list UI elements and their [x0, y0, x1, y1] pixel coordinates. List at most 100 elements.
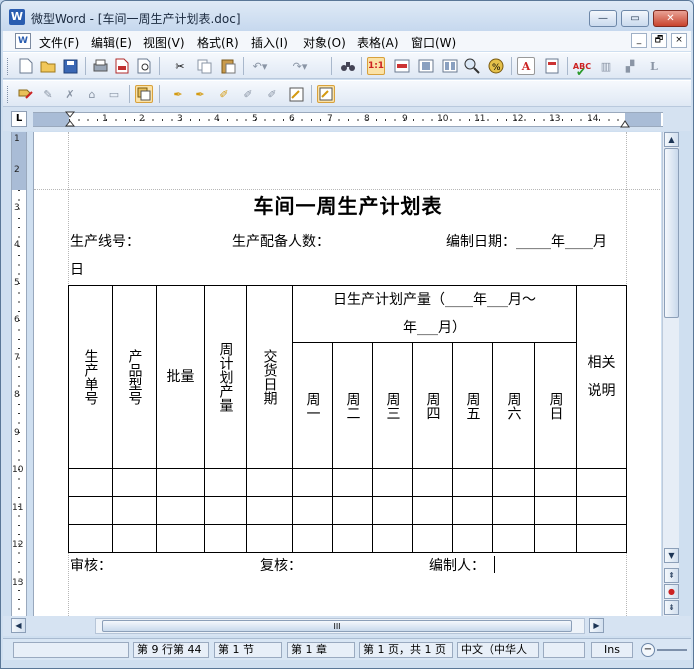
print-icon[interactable]: [91, 57, 109, 75]
draw-icon[interactable]: [17, 85, 35, 103]
vertical-scrollbar[interactable]: ▲ ▼ ⇞ ● ⇟: [662, 132, 679, 616]
status-insert-mode[interactable]: Ins: [591, 642, 633, 658]
select-browse-object-button[interactable]: ●: [664, 584, 679, 599]
header-remarks[interactable]: 相关说明: [576, 285, 627, 469]
zoom-icon[interactable]: [463, 57, 481, 75]
zoom-percent-icon[interactable]: %: [487, 57, 505, 75]
page-setup-icon[interactable]: [543, 57, 561, 75]
right-indent-marker-icon[interactable]: [620, 120, 630, 128]
shadow-icon[interactable]: ▞: [621, 57, 639, 75]
next-page-button[interactable]: ⇟: [664, 600, 679, 615]
table-cell[interactable]: [112, 496, 157, 525]
close-button[interactable]: ✕: [653, 10, 688, 27]
table-cell[interactable]: [576, 496, 627, 525]
header-delivery[interactable]: 交货日期: [246, 285, 293, 469]
markup-icon[interactable]: [317, 85, 335, 103]
table-cell[interactable]: [292, 468, 333, 497]
single-page-icon[interactable]: [417, 57, 435, 75]
vertical-scroll-thumb[interactable]: [664, 148, 679, 318]
table-cell[interactable]: [492, 468, 535, 497]
header-day-fri[interactable]: 周五: [452, 342, 493, 469]
menu-format[interactable]: 格式(R): [197, 34, 239, 51]
line-spacing-icon[interactable]: L: [645, 57, 663, 75]
toolbar-grip[interactable]: [7, 86, 10, 103]
horizontal-scroll-thumb[interactable]: III: [102, 620, 572, 632]
table-cell[interactable]: [452, 496, 493, 525]
print-preview-icon[interactable]: [135, 57, 153, 75]
menu-insert[interactable]: 插入(I): [251, 34, 288, 51]
edit-draw-icon[interactable]: ✎: [39, 85, 57, 103]
table-cell[interactable]: [452, 524, 493, 553]
table-cell[interactable]: [372, 524, 413, 553]
pdf-export-icon[interactable]: [113, 57, 131, 75]
horizontal-ruler[interactable]: 1 2 3 4 5 6 7 8 9 10 11 12 13 14: [33, 111, 663, 128]
note-icon[interactable]: [287, 85, 305, 103]
page-icon[interactable]: ▭: [105, 85, 123, 103]
table-cell[interactable]: [332, 496, 373, 525]
table-cell[interactable]: [156, 496, 205, 525]
table-cell[interactable]: [372, 468, 413, 497]
menu-view[interactable]: 视图(V): [143, 34, 185, 51]
menu-object[interactable]: 对象(O): [303, 34, 346, 51]
spell-check-icon[interactable]: ABC ✔: [573, 57, 591, 80]
page-width-icon[interactable]: [393, 57, 411, 75]
table-cell[interactable]: [246, 524, 293, 553]
open-folder-icon[interactable]: [39, 57, 57, 75]
two-pages-icon[interactable]: [441, 57, 459, 75]
menu-table[interactable]: 表格(A): [357, 34, 399, 51]
header-day-sun[interactable]: 周日: [534, 342, 577, 469]
table-cell[interactable]: [68, 468, 113, 497]
x-form-icon[interactable]: ✗: [61, 85, 79, 103]
table-cell[interactable]: [246, 468, 293, 497]
table-cell[interactable]: [332, 524, 373, 553]
doc-restore-button[interactable]: 🗗: [651, 33, 667, 48]
table-cell[interactable]: [204, 524, 247, 553]
pen-icon[interactable]: ✒: [169, 85, 187, 103]
table-cell[interactable]: [292, 496, 333, 525]
zoom-slider[interactable]: [657, 649, 687, 651]
toolbar-grip[interactable]: [7, 58, 10, 75]
menu-edit[interactable]: 编辑(E): [91, 34, 132, 51]
save-icon[interactable]: [61, 57, 79, 75]
table-cell[interactable]: [534, 496, 577, 525]
redo-icon[interactable]: ↷▾: [291, 57, 309, 75]
prev-page-button[interactable]: ⇞: [664, 568, 679, 583]
copy-icon[interactable]: [195, 57, 213, 75]
horizontal-scrollbar[interactable]: III: [95, 618, 585, 634]
zoom-out-icon[interactable]: −: [641, 643, 655, 657]
insert-shape-icon[interactable]: ⌂: [83, 85, 101, 103]
minimize-button[interactable]: —: [589, 10, 617, 27]
table-cell[interactable]: [452, 468, 493, 497]
doc-minimize-button[interactable]: _: [631, 33, 647, 48]
restore-button[interactable]: ▭: [621, 10, 649, 27]
tab-stop-selector[interactable]: L: [11, 111, 27, 127]
table-cell[interactable]: [68, 496, 113, 525]
header-day-mon[interactable]: 周一: [292, 342, 333, 469]
table-cell[interactable]: [156, 468, 205, 497]
header-daily-plan[interactable]: 日生产计划产量（____年___月～ 年___月）: [292, 285, 577, 343]
paste-icon[interactable]: [219, 57, 237, 75]
scroll-up-button[interactable]: ▲: [664, 132, 679, 147]
table-cell[interactable]: [534, 468, 577, 497]
object-icon[interactable]: [135, 85, 153, 103]
table-cell[interactable]: [204, 468, 247, 497]
table-cell[interactable]: [112, 468, 157, 497]
doc-close-button[interactable]: ×: [671, 33, 687, 48]
scroll-down-button[interactable]: ▼: [664, 548, 679, 563]
table-cell[interactable]: [412, 524, 453, 553]
menu-file[interactable]: 文件(F): [39, 34, 79, 51]
new-doc-icon[interactable]: [17, 57, 35, 75]
header-batch[interactable]: 批量: [156, 285, 205, 469]
pen-delete-icon[interactable]: ✐: [239, 85, 257, 103]
table-cell[interactable]: [412, 468, 453, 497]
header-day-wed[interactable]: 周三: [372, 342, 413, 469]
header-day-tue[interactable]: 周二: [332, 342, 373, 469]
table-cell[interactable]: [576, 524, 627, 553]
table-cell[interactable]: [292, 524, 333, 553]
chart-icon[interactable]: ▥: [597, 57, 615, 75]
header-plan-qty[interactable]: 周计划产量: [204, 285, 247, 469]
scroll-left-button[interactable]: ◀: [11, 618, 26, 633]
document-page[interactable]: 车间一周生产计划表 生产线号： 生产配备人数： 编制日期：_____年____月…: [33, 132, 661, 616]
pen-edit-icon[interactable]: ✐: [215, 85, 233, 103]
header-model[interactable]: 产品型号: [112, 285, 157, 469]
